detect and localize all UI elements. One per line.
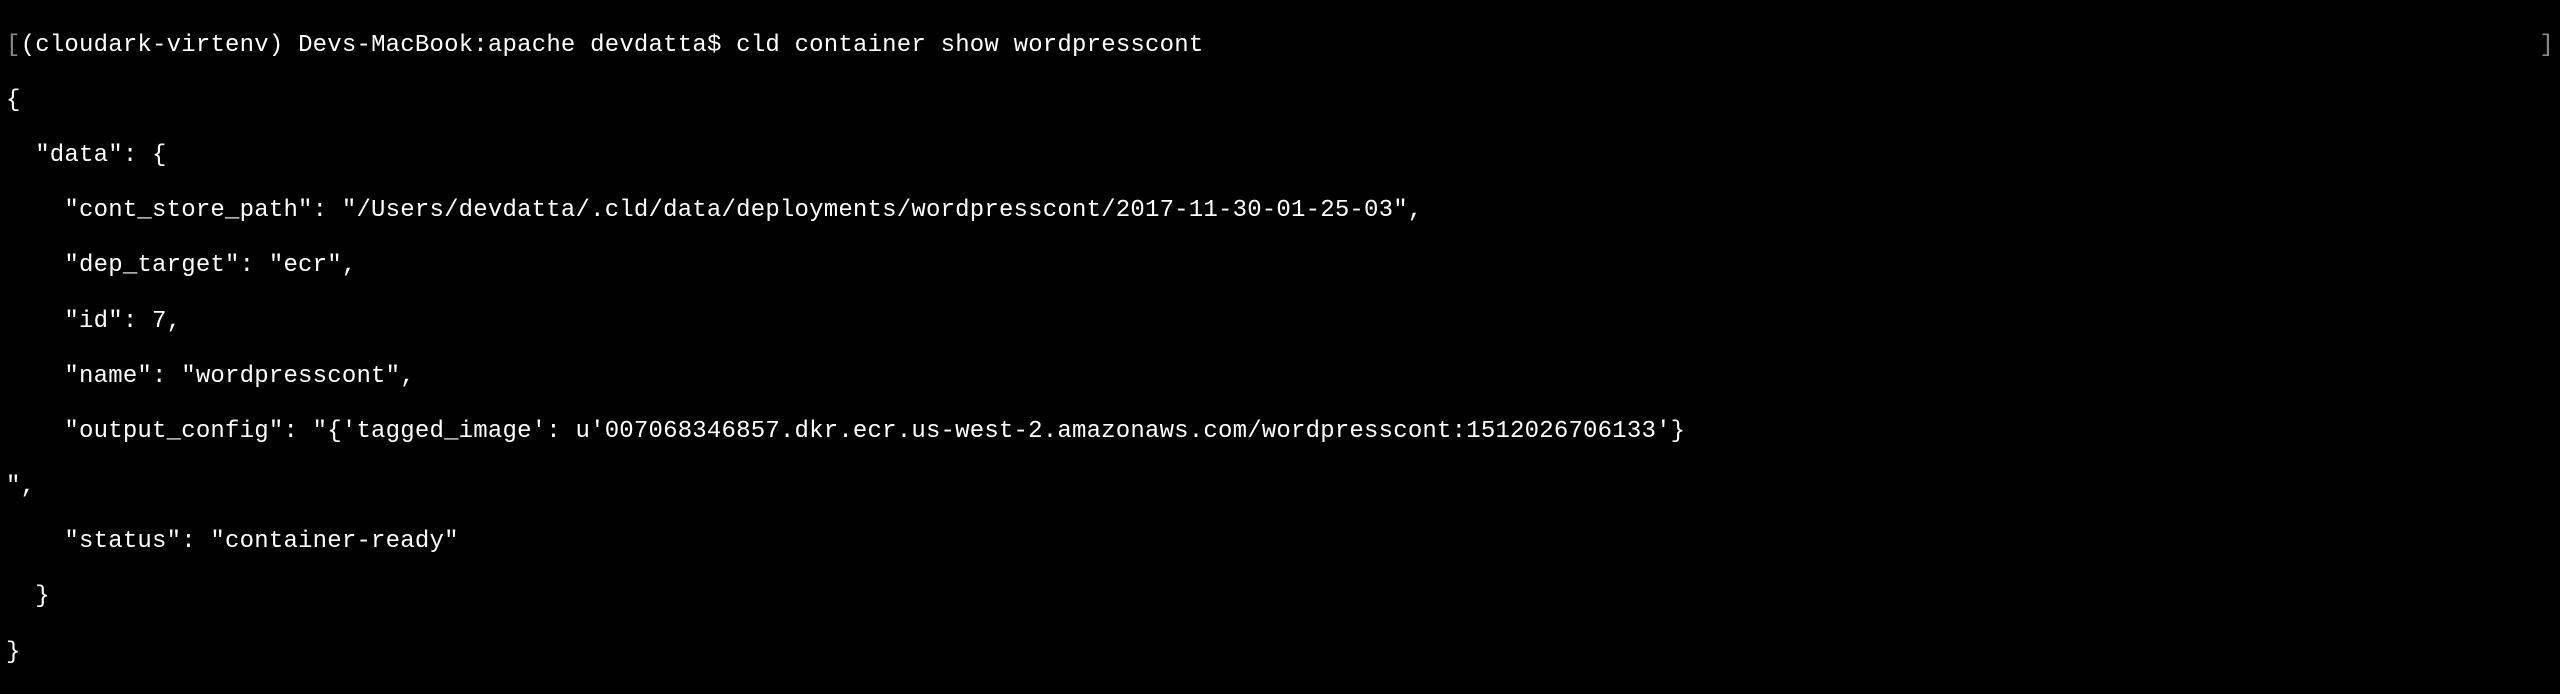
json-output-line: ", xyxy=(6,473,2554,501)
terminal-window[interactable]: [(cloudark-virtenv) Devs-MacBook:apache … xyxy=(6,4,2554,694)
prompt-venv: (cloudark-virtenv) xyxy=(21,32,298,59)
json-output-line: "id": 7, xyxy=(6,308,2554,336)
prompt-user: devdatta$ xyxy=(590,32,736,59)
json-output-line: "status": "container-ready" xyxy=(6,528,2554,556)
json-output-line: "output_config": "{'tagged_image': u'007… xyxy=(6,418,2554,446)
command-text: cld container show wordpresscont xyxy=(736,32,1203,59)
json-output-line: "dep_target": "ecr", xyxy=(6,252,2554,280)
prompt-open-bracket: [ xyxy=(6,32,21,59)
json-output-line: "name": "wordpresscont", xyxy=(6,363,2554,391)
prompt-line: [(cloudark-virtenv) Devs-MacBook:apache … xyxy=(6,32,2554,60)
prompt-host: Devs-MacBook: xyxy=(298,32,488,59)
json-output-line: { xyxy=(6,87,2554,115)
json-output-line: } xyxy=(6,639,2554,667)
prompt-close-bracket: ] xyxy=(2539,32,2554,60)
json-output-line: "data": { xyxy=(6,142,2554,170)
json-output-line: "cont_store_path": "/Users/devdatta/.cld… xyxy=(6,197,2554,225)
prompt-cwd: apache xyxy=(488,32,590,59)
json-output-line: } xyxy=(6,583,2554,611)
